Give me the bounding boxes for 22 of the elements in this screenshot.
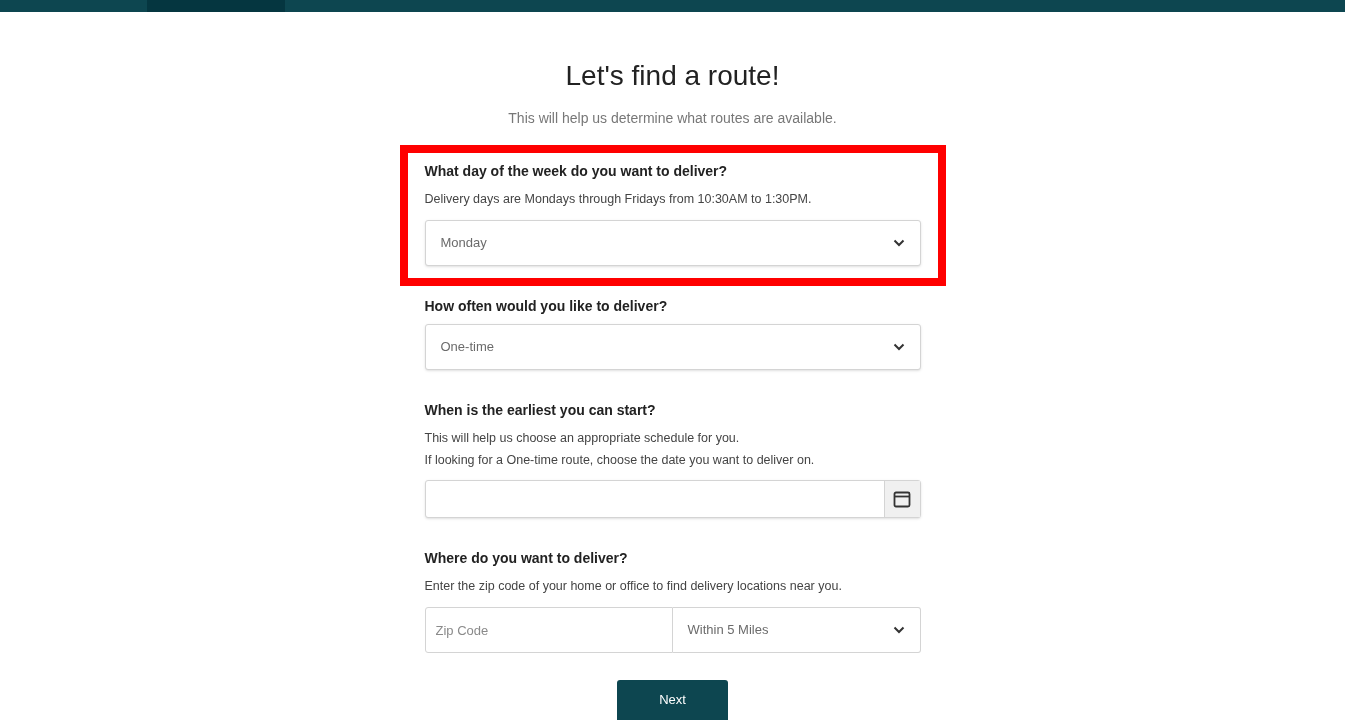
page-subtitle: This will help us determine what routes are available. <box>508 109 837 128</box>
distance-dropdown[interactable]: Within 5 Miles <box>672 607 921 653</box>
chevron-down-icon <box>892 343 905 351</box>
hint-text: This will help us choose an appropriate schedule for you. <box>424 430 741 447</box>
question-label: When is the earliest you can start? <box>424 402 657 418</box>
chevron-down-icon <box>892 239 905 247</box>
question-label: What day of the week do you want to deliver? <box>424 163 729 179</box>
dropdown[interactable]: Monday <box>424 220 921 266</box>
hint-text: Delivery days are Mondays through Fridays from 10:30AM to 1:30PM. <box>424 191 813 208</box>
hint-text: If looking for a One-time route, choose the date you want to deliver on. <box>424 452 816 469</box>
date-field[interactable] <box>424 480 921 518</box>
page-title: Let's find a route! <box>565 59 780 93</box>
dropdown[interactable]: One-time <box>424 324 921 370</box>
nav-segment[interactable] <box>147 0 285 12</box>
question-label: Where do you want to deliver? <box>424 550 629 566</box>
hint-text: Enter the zip code of your home or office to find delivery locations near you. <box>424 578 843 595</box>
question-label: How often would you like to deliver? <box>424 298 669 314</box>
calendar-button[interactable] <box>883 481 920 517</box>
calendar-icon <box>893 490 911 508</box>
zip-code-field[interactable]: Zip Code <box>424 607 673 653</box>
chevron-down-icon <box>892 626 905 634</box>
next-button[interactable]: Next <box>617 680 728 720</box>
